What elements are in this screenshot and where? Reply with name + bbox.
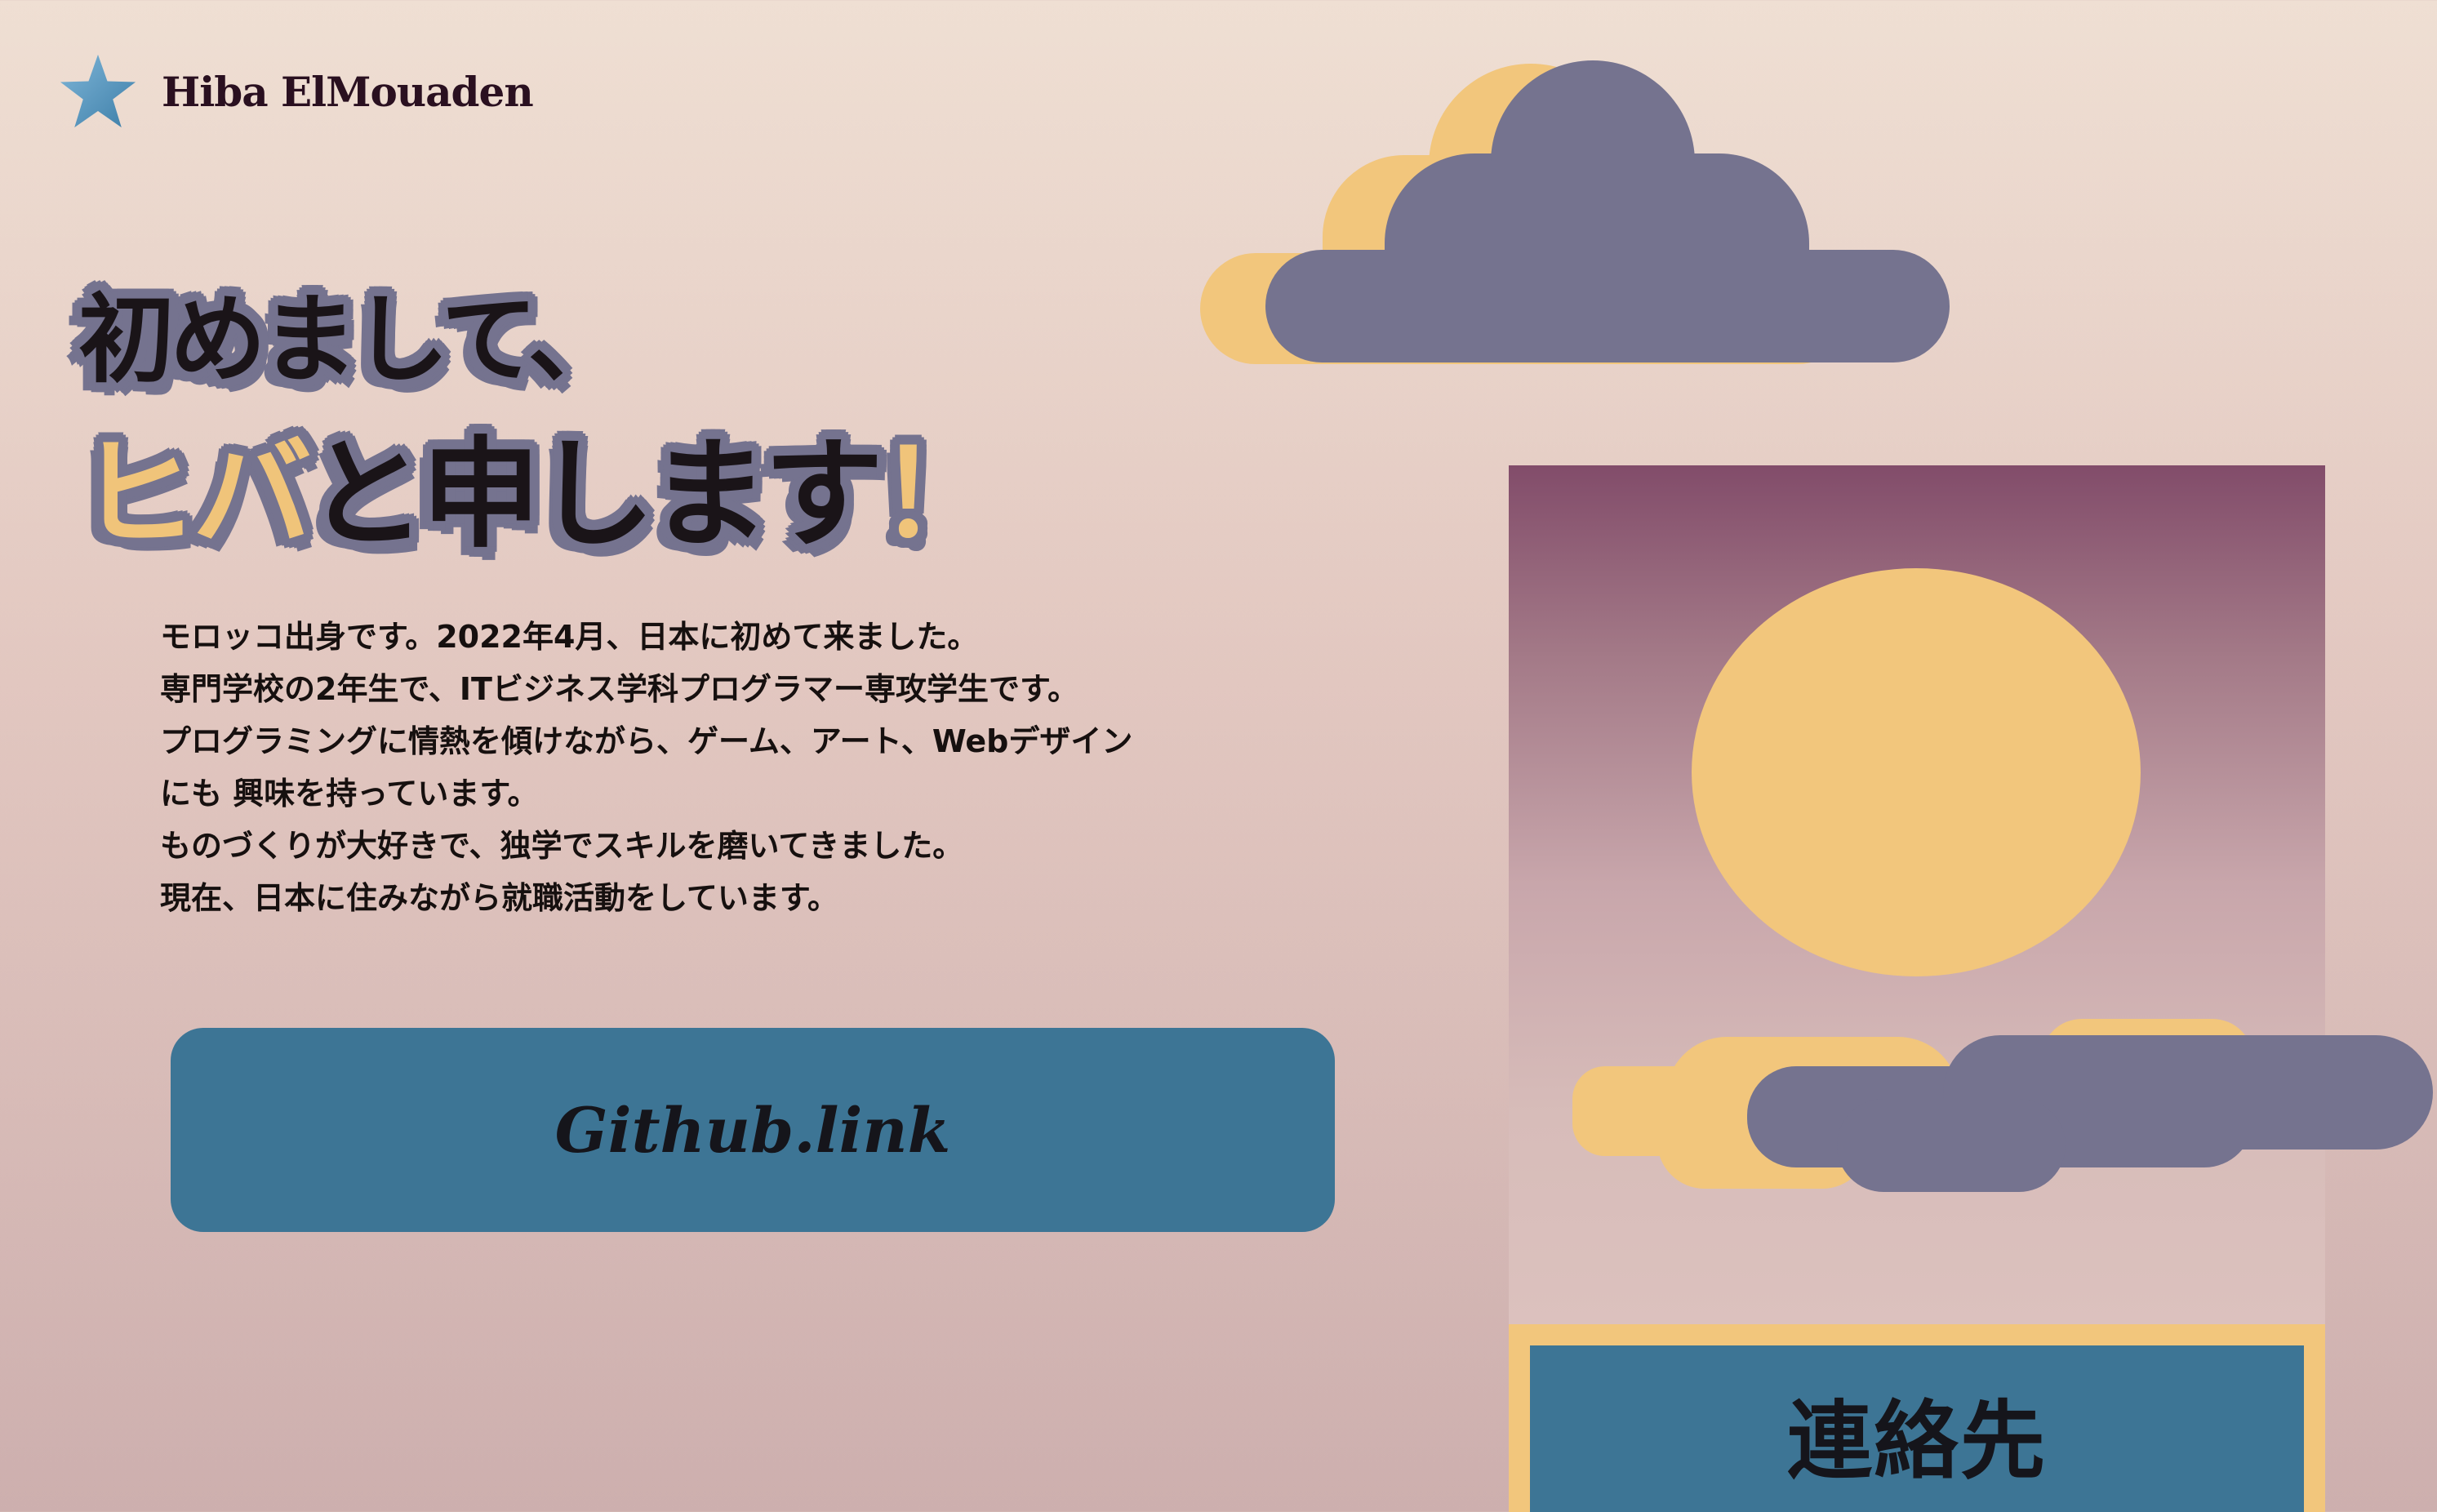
greeting-line-1: 初めまして、 — [78, 283, 625, 396]
star-icon — [60, 54, 136, 128]
intro-line: にも 興味を持っています。 — [160, 776, 539, 812]
intro-line: プログラミングに情熱を傾けながら、ゲーム、アート、Webデザイン — [160, 723, 1133, 759]
intro-line: 現在、日本に住みながら就職活動をしています。 — [160, 880, 839, 916]
introduction-headline: ヒバと申します！ — [78, 398, 998, 571]
contact-button[interactable]: 連絡先 — [1530, 1345, 2304, 1512]
lower-cloud-illustration — [1568, 1012, 2433, 1200]
intro-line: ものづくりが大好きで、独学でスキルを磨いてきました。 — [160, 828, 964, 864]
intro-line: 専門学校の2年生で、ITビジネス学科プログラマー専攻学生です。 — [160, 671, 1079, 707]
intro-line: モロッコ出身です。2022年4月、日本に初めて来ました。 — [160, 619, 979, 655]
contact-button-label: 連絡先 — [1786, 1391, 2047, 1491]
site-owner-name: Hiba ElMouaden — [162, 67, 534, 116]
self-introduction: モロッコ出身です。2022年4月、日本に初めて来ました。 専門学校の2年生で、I… — [160, 611, 1303, 924]
exclamation-mark: ！ — [878, 425, 998, 564]
name-highlight: ヒバ — [78, 425, 312, 564]
top-cloud-illustration — [1200, 57, 1959, 367]
github-link-label: Github.link — [554, 1093, 951, 1167]
greeting-headline: 初めまして、 — [78, 261, 625, 401]
github-link-button[interactable]: Github.link — [171, 1028, 1335, 1232]
brand[interactable]: Hiba ElMouaden — [59, 51, 534, 132]
introduction-phrase: と申します — [307, 425, 883, 564]
moon-shape — [1692, 568, 2141, 976]
